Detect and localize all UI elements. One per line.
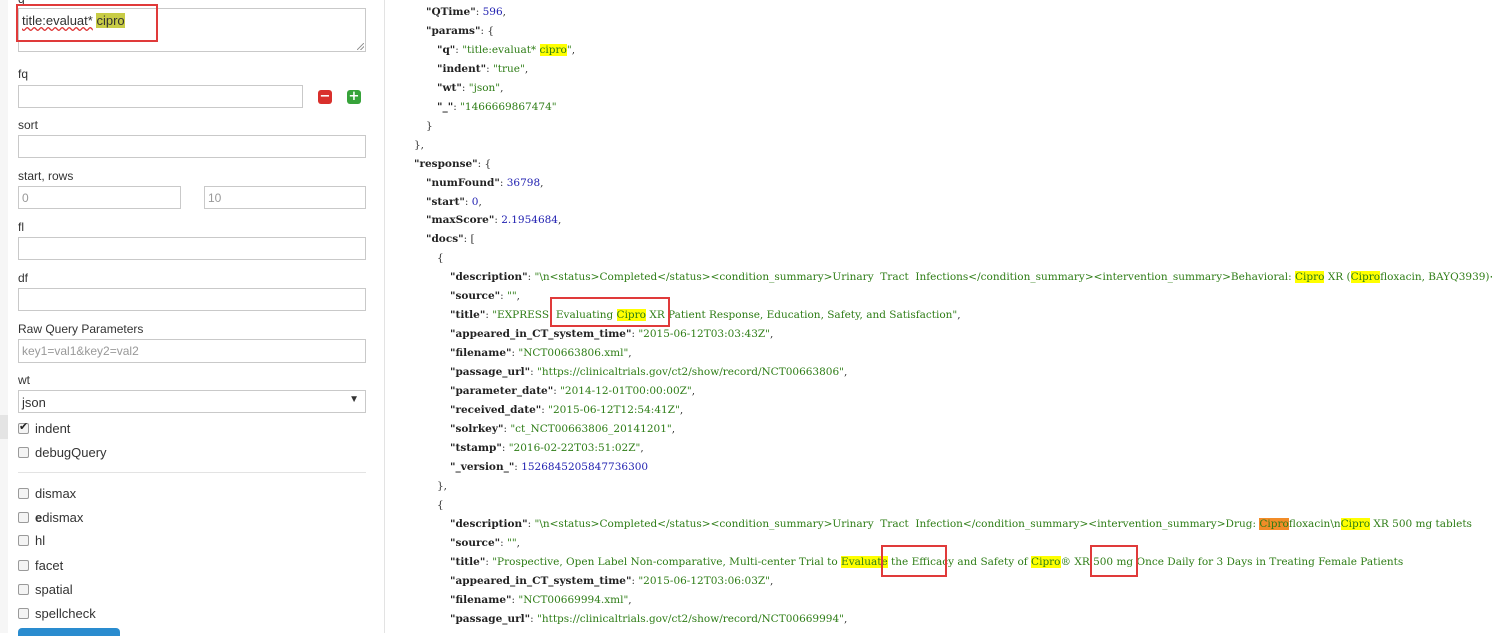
- wt-label: wt: [18, 373, 30, 387]
- dismax-checkbox[interactable]: dismax: [18, 486, 76, 501]
- indent-checkbox[interactable]: indent: [18, 420, 71, 436]
- doc1-description: "description": "\n<status>Completed</sta…: [450, 271, 1492, 283]
- start-input[interactable]: 0: [18, 186, 181, 209]
- json-open-brace: {: [437, 499, 444, 511]
- hl-label: hl: [35, 533, 46, 548]
- checkbox-checked-icon[interactable]: [18, 420, 29, 434]
- doc1-received-date: "received_date": "2015-06-12T12:54:41Z",: [450, 404, 684, 416]
- json-line-params-q: "q": "title:evaluat* cipro",: [437, 44, 576, 56]
- json-line-params-indent: "indent": "true",: [437, 63, 529, 75]
- gutter-marker: [0, 415, 8, 439]
- facet-label: facet: [35, 558, 64, 573]
- doc1-appeared: "appeared_in_CT_system_time": "2015-06-1…: [450, 328, 774, 340]
- json-line-params-underscore: "_": "1466669867474": [437, 101, 557, 113]
- spatial-label: spatial: [35, 582, 73, 597]
- raw-query-label: Raw Query Parameters: [18, 322, 144, 336]
- json-line-start: "start": 0,: [426, 196, 482, 208]
- doc2-source: "source": "",: [450, 537, 521, 549]
- rows-input[interactable]: 10: [204, 186, 366, 209]
- checkbox-icon[interactable]: [18, 560, 29, 571]
- json-close-brace: },: [437, 480, 448, 492]
- query-form: q title:evaluat* cipro fq − + sort start…: [8, 0, 385, 636]
- spellcheck-label: spellcheck: [35, 606, 96, 621]
- checkbox-icon[interactable]: [18, 584, 29, 595]
- checkbox-icon[interactable]: [18, 488, 29, 499]
- start-rows-label: start, rows: [18, 169, 74, 183]
- wt-select[interactable]: json ▼: [18, 390, 366, 413]
- sort-input[interactable]: [18, 135, 366, 158]
- caret-down-icon: ▼: [349, 394, 359, 405]
- annotation-box-query: [16, 4, 158, 42]
- dismax-label: dismax: [35, 486, 77, 501]
- doc1-solrkey: "solrkey": "ct_NCT00663806_20141201",: [450, 423, 676, 435]
- json-line-docs: "docs": [: [426, 233, 475, 245]
- json-line-numfound: "numFound": 36798,: [426, 177, 544, 189]
- doc1-source: "source": "",: [450, 290, 521, 302]
- execute-query-button[interactable]: [18, 628, 120, 636]
- facet-checkbox[interactable]: facet: [18, 558, 63, 573]
- doc1-tstamp: "tstamp": "2016-02-22T03:51:02Z",: [450, 442, 644, 454]
- raw-query-input[interactable]: key1=val1&key2=val2: [18, 339, 366, 363]
- doc2-appeared: "appeared_in_CT_system_time": "2015-06-1…: [450, 575, 774, 587]
- checkbox-icon[interactable]: [18, 608, 29, 619]
- debugquery-checkbox[interactable]: debugQuery: [18, 445, 107, 460]
- divider: [18, 472, 366, 473]
- debugquery-label: debugQuery: [35, 445, 107, 460]
- spellcheck-checkbox[interactable]: spellcheck: [18, 606, 96, 621]
- json-line-maxscore: "maxScore": 2.1954684,: [426, 214, 562, 226]
- doc2-description: "description": "\n<status>Completed</sta…: [450, 518, 1472, 530]
- fq-input[interactable]: [18, 85, 303, 108]
- annotation-box-evaluate: [881, 545, 947, 577]
- wt-selected-value: json: [22, 395, 46, 410]
- edismax-label: edismax: [35, 510, 84, 525]
- checkbox-icon[interactable]: [18, 447, 29, 458]
- spatial-checkbox[interactable]: spatial: [18, 582, 73, 597]
- json-response-output: "QTime": 596, "params": { "q": "title:ev…: [384, 0, 1492, 633]
- df-input[interactable]: [18, 288, 366, 311]
- sort-label: sort: [18, 118, 39, 132]
- fl-label: fl: [18, 220, 24, 234]
- json-close-brace: }: [426, 120, 433, 132]
- json-line-qtime: "QTime": 596,: [426, 6, 506, 18]
- hl-checkbox[interactable]: hl: [18, 533, 45, 548]
- edismax-checkbox[interactable]: edismax: [18, 510, 83, 525]
- fl-input[interactable]: [18, 237, 366, 260]
- fq-label: fq: [18, 67, 29, 81]
- doc1-version: "_version_": 1526845205847736300: [450, 461, 649, 473]
- doc1-parameter-date: "parameter_date": "2014-12-01T00:00:00Z"…: [450, 385, 696, 397]
- doc2-passage-url: "passage_url": "https://clinicaltrials.g…: [450, 613, 848, 625]
- indent-label: indent: [35, 421, 71, 436]
- json-line-params-wt: "wt": "json",: [437, 82, 504, 94]
- checkbox-icon[interactable]: [18, 512, 29, 523]
- minus-icon[interactable]: −: [318, 90, 332, 104]
- doc1-filename: "filename": "NCT00663806.xml",: [450, 347, 632, 359]
- df-label: df: [18, 271, 29, 285]
- doc2-filename: "filename": "NCT00669994.xml",: [450, 594, 632, 606]
- json-open-brace: {: [437, 252, 444, 264]
- json-line-response: "response": {: [414, 158, 492, 170]
- checkbox-icon[interactable]: [18, 535, 29, 546]
- plus-icon[interactable]: +: [347, 90, 361, 104]
- json-line-params: "params": {: [426, 25, 495, 37]
- left-gutter: [0, 0, 8, 633]
- json-close-brace: },: [414, 139, 425, 151]
- doc1-passage-url: "passage_url": "https://clinicaltrials.g…: [450, 366, 848, 378]
- doc1-title: "title": "EXPRESS: Evaluating Cipro XR P…: [450, 309, 961, 321]
- annotation-box-cipro: [1090, 545, 1138, 577]
- resize-handle-icon[interactable]: [357, 43, 364, 50]
- annotation-box-doc1-title: [550, 297, 670, 327]
